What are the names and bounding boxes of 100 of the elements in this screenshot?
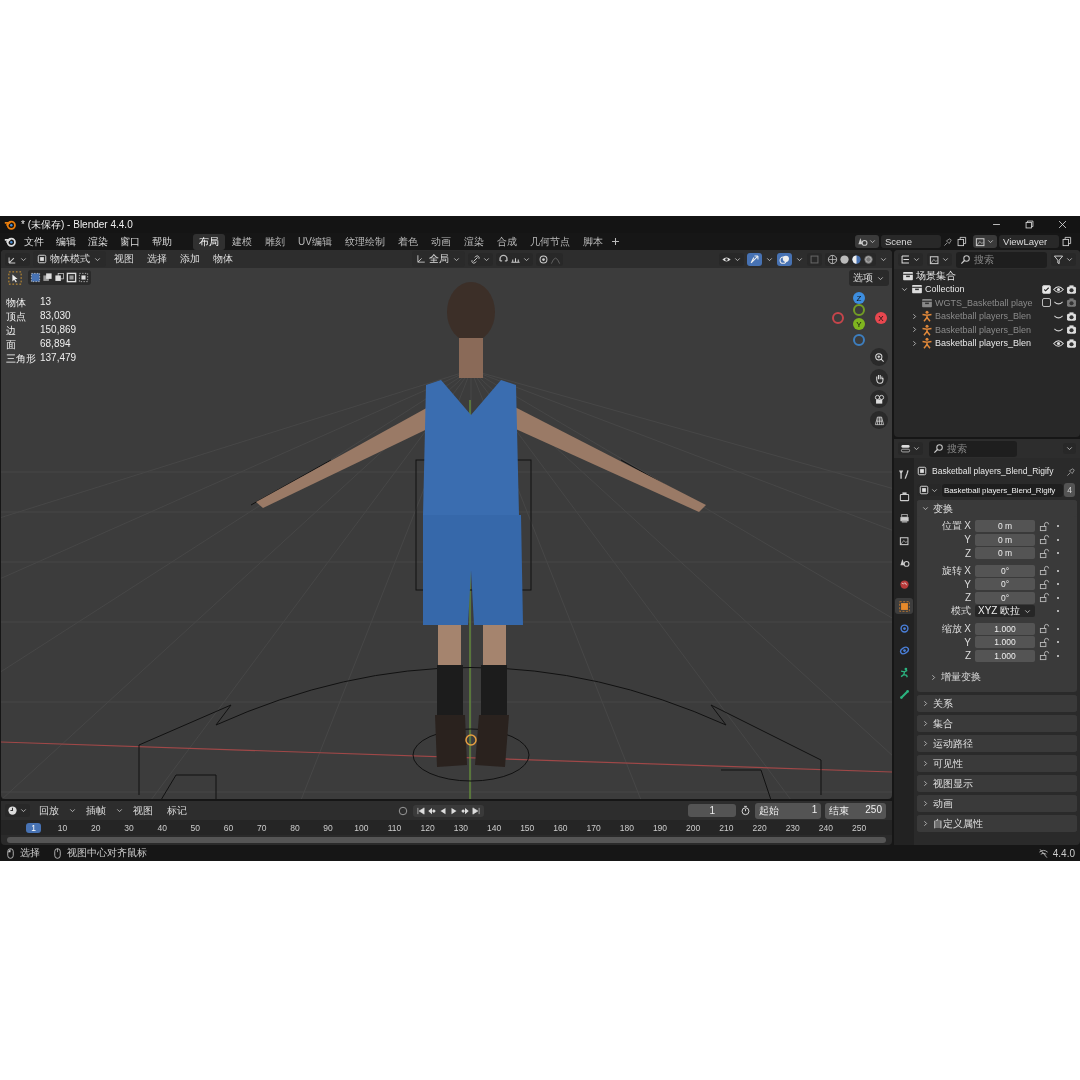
outliner-item-label[interactable]: Basketball players_Blen (935, 338, 1051, 349)
new-selection-icon[interactable] (30, 272, 41, 283)
chevron-right-icon[interactable] (929, 672, 938, 682)
outliner-item-label[interactable]: 场景集合 (916, 268, 1077, 283)
chevron-right-icon[interactable] (910, 325, 919, 335)
search-field[interactable]: 搜索 (929, 440, 1017, 457)
workspace-tab[interactable]: 着色 (391, 233, 424, 250)
zoom-button[interactable] (870, 348, 888, 366)
dropdown-field[interactable]: XYZ 欧拉 (975, 605, 1035, 618)
number-field[interactable]: 0° (975, 591, 1035, 604)
pivot-button[interactable] (468, 252, 493, 266)
lock-icon[interactable] (1039, 565, 1050, 577)
chevron-right-icon[interactable] (921, 719, 930, 728)
number-field[interactable]: 0 m (975, 547, 1035, 560)
panel-header[interactable]: 动画 (917, 795, 1077, 812)
menu-item[interactable]: 帮助 (147, 233, 177, 250)
number-field[interactable]: 1.000 (975, 622, 1035, 635)
timeline-scrollbar[interactable] (7, 837, 886, 843)
workspace-tab[interactable]: 脚本 (576, 233, 609, 250)
number-field[interactable]: 0 m (975, 520, 1035, 533)
workspace-tab[interactable]: 几何节点 (523, 233, 576, 250)
eye-icon[interactable] (1053, 283, 1064, 295)
gizmo-negative-axis-icon[interactable] (853, 334, 865, 346)
editor-type-button[interactable] (5, 252, 30, 266)
plus-icon[interactable] (609, 236, 621, 247)
start-frame-field[interactable]: 起始 1 (755, 802, 822, 819)
menu-item[interactable]: 标记 (162, 802, 192, 819)
outliner-item-label[interactable]: Basketball players_Blen (935, 324, 1051, 335)
visibility-button[interactable] (719, 252, 744, 266)
subtract-selection-icon[interactable] (54, 272, 65, 283)
number-field[interactable]: 1.000 (975, 649, 1035, 662)
menu-item[interactable]: 窗口 (115, 233, 145, 250)
material-sphere-icon[interactable] (851, 253, 862, 265)
options-dropdown[interactable]: 选项 (849, 270, 889, 286)
workspace-tab[interactable]: 雕刻 (259, 233, 291, 250)
menu-item[interactable]: 视图 (109, 251, 139, 267)
workspace-tab[interactable]: 布局 (193, 233, 225, 250)
panel-header[interactable]: 变换 (917, 500, 1077, 517)
lock-icon[interactable] (1039, 520, 1050, 532)
number-field[interactable]: 0° (975, 564, 1035, 577)
selection-mode-buttons[interactable] (28, 270, 91, 285)
object-name-field[interactable]: Basketball players_Blend_Rigify (942, 483, 1064, 497)
select-cursor-icon[interactable] (8, 270, 22, 285)
chevron-right-icon[interactable] (921, 779, 930, 788)
chevron-right-icon[interactable] (921, 699, 930, 708)
intersect-selection-icon[interactable] (78, 272, 89, 283)
menu-item[interactable]: 添加 (175, 251, 205, 267)
options-dropdown[interactable] (1063, 443, 1076, 454)
lock-icon[interactable] (1039, 650, 1050, 662)
menu-item[interactable]: 回放 (34, 802, 64, 819)
lock-icon[interactable] (1039, 534, 1050, 546)
camera-icon[interactable] (1066, 324, 1077, 336)
gizmo-axis-handle[interactable]: Y (853, 318, 865, 330)
solid-sphere-icon[interactable] (839, 253, 850, 265)
chevron-right-icon[interactable] (910, 338, 919, 348)
chevron-right-icon[interactable] (921, 799, 930, 808)
copy-icon[interactable] (956, 236, 967, 247)
overlay-toggle-button[interactable] (777, 252, 792, 266)
proportional-edit-button[interactable] (536, 252, 563, 266)
chevron-right-icon[interactable] (921, 759, 930, 768)
blender-logo-icon[interactable] (4, 218, 17, 231)
pan-button[interactable] (870, 369, 888, 387)
snap-button[interactable] (496, 252, 533, 266)
number-field[interactable]: 1.000 (975, 636, 1035, 649)
chevron-right-icon[interactable] (910, 311, 919, 321)
end-frame-field[interactable]: 结束 250 (825, 802, 886, 819)
user-count[interactable]: 4 (1064, 483, 1075, 497)
camera-icon[interactable] (1066, 283, 1077, 295)
properties-tab[interactable] (895, 598, 913, 614)
xray-toggle-button[interactable] (807, 252, 822, 266)
lock-icon[interactable] (1039, 636, 1050, 648)
workspace-tab[interactable]: 动画 (424, 233, 457, 250)
panel-header[interactable]: 自定义属性 (917, 815, 1077, 832)
camera-view-button[interactable] (870, 390, 888, 408)
chevron-right-icon[interactable] (921, 739, 930, 748)
view-layer-type-button[interactable] (973, 235, 997, 248)
editor-type-button[interactable] (5, 804, 30, 817)
lock-icon[interactable] (1039, 592, 1050, 604)
editor-type-button[interactable] (898, 253, 923, 266)
panel-header[interactable]: 可见性 (917, 755, 1077, 772)
menu-item[interactable]: 视图 (128, 802, 158, 819)
menu-item[interactable]: 插帧 (81, 802, 111, 819)
outliner-item-label[interactable]: Basketball players_Blen (935, 311, 1051, 322)
mode-dropdown[interactable]: 物体模式 (33, 251, 106, 267)
camera-icon[interactable] (1066, 310, 1077, 322)
current-frame-field[interactable]: 1 (688, 804, 737, 817)
workspace-tab[interactable]: 建模 (226, 233, 258, 250)
scene-type-button[interactable] (855, 235, 879, 248)
workspace-tab[interactable]: 渲染 (457, 233, 490, 250)
gizmo-negative-axis-icon[interactable] (853, 304, 865, 316)
lock-icon[interactable] (1039, 547, 1050, 559)
copy-icon[interactable] (1061, 236, 1072, 247)
gizmo-axis-handle[interactable]: X (875, 312, 887, 324)
pin-icon[interactable] (943, 236, 954, 247)
gizmo-toggle-button[interactable] (747, 252, 762, 266)
chevron-down-icon[interactable] (921, 504, 930, 513)
playback-controls[interactable] (412, 804, 484, 817)
number-field[interactable]: 0 m (975, 533, 1035, 546)
lock-icon[interactable] (1039, 578, 1050, 590)
search-field[interactable]: 搜索 (956, 251, 1047, 268)
